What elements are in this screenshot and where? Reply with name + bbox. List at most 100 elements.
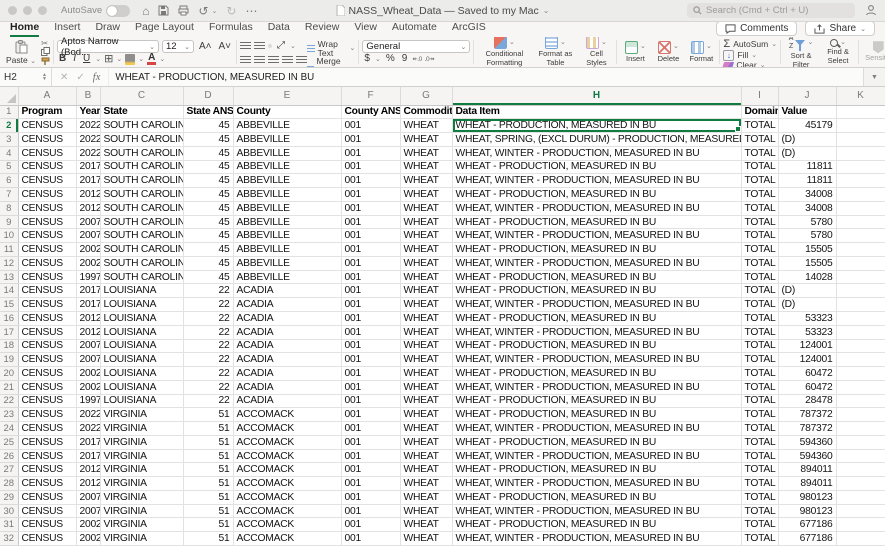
cell-B26[interactable]: 2017 [76,449,101,464]
cell-D9[interactable]: 45 [183,215,234,230]
cell-E30[interactable]: ACCOMACK [233,504,342,519]
cell-G11[interactable]: WHEAT [400,242,453,257]
cell-E16[interactable]: ACADIA [233,311,342,326]
cell-D24[interactable]: 51 [183,421,234,436]
cell-G21[interactable]: WHEAT [400,380,453,395]
row-header-18[interactable]: 18 [0,339,19,354]
cell-J13[interactable]: 14028 [778,270,837,285]
cell-J14[interactable]: (D) [778,283,837,299]
cell-C28[interactable]: VIRGINIA [100,476,184,491]
cell-F1[interactable]: County ANSI [341,105,401,120]
cell-G6[interactable]: WHEAT [400,173,453,189]
cell-G25[interactable]: WHEAT [400,435,453,450]
cell-E8[interactable]: ABBEVILLE [233,201,342,216]
cell-C12[interactable]: SOUTH CAROLINA [100,256,184,271]
cell-K14[interactable] [836,283,885,299]
cell-E5[interactable]: ABBEVILLE [233,160,342,175]
cell-J30[interactable]: 980123 [778,504,837,519]
row-header-29[interactable]: 29 [0,490,19,505]
cell-B8[interactable]: 2012 [76,201,101,216]
row-header-11[interactable]: 11 [0,242,19,257]
increase-indent-button[interactable] [296,56,308,64]
row-header-27[interactable]: 27 [0,462,19,478]
font-name-select[interactable]: Aptos Narrow (Bod... ⌄ [57,37,159,58]
cell-D3[interactable]: 45 [183,132,234,147]
cell-I1[interactable]: Domain [741,105,779,120]
tab-arcgis[interactable]: ArcGIS [452,21,486,37]
cell-styles-button[interactable]: ⌄ Cell Styles [579,37,613,67]
minimize-button[interactable] [23,6,32,15]
row-header-9[interactable]: 9 [0,215,19,230]
cell-F2[interactable]: 001 [341,118,401,134]
cell-J26[interactable]: 594360 [778,449,837,464]
tab-view[interactable]: View [354,21,377,37]
cell-E13[interactable]: ABBEVILLE [233,270,342,285]
cut-button[interactable]: ✂ [41,38,50,48]
cell-G2[interactable]: WHEAT [400,118,453,134]
row-header-14[interactable]: 14 [0,283,19,299]
increase-decimal-button[interactable]: ↞.0 [412,55,422,63]
cell-B11[interactable]: 2002 [76,242,101,257]
cell-B9[interactable]: 2007 [76,215,101,230]
cell-J1[interactable]: Value [778,105,837,120]
cell-G19[interactable]: WHEAT [400,352,453,368]
cell-J16[interactable]: 53323 [778,311,837,326]
cell-K29[interactable] [836,490,885,505]
cell-K26[interactable] [836,449,885,464]
cell-C6[interactable]: SOUTH CAROLINA [100,173,184,189]
cell-F13[interactable]: 001 [341,270,401,285]
number-format-select[interactable]: General ⌄ [362,40,471,53]
borders-chevron-icon[interactable]: ⌄ [116,55,122,63]
col-header-C[interactable]: C [100,87,184,106]
cell-A29[interactable]: CENSUS [18,490,77,505]
cell-B14[interactable]: 2017 [76,283,101,299]
cell-H27[interactable]: WHEAT - PRODUCTION, MEASURED IN BU [452,462,742,478]
undo-icon[interactable]: ↺ [198,5,208,17]
profile-icon[interactable] [865,4,877,16]
cell-E32[interactable]: ACCOMACK [233,531,342,546]
col-header-B[interactable]: B [76,87,101,106]
cell-F24[interactable]: 001 [341,421,401,436]
italic-button[interactable]: I [71,53,78,65]
cell-H30[interactable]: WHEAT, WINTER - PRODUCTION, MEASURED IN … [452,504,742,519]
cell-B19[interactable]: 2007 [76,352,101,368]
cell-E28[interactable]: ACCOMACK [233,476,342,491]
cell-C21[interactable]: LOUISIANA [100,380,184,395]
cell-I31[interactable]: TOTAL [741,517,779,533]
cell-A15[interactable]: CENSUS [18,297,77,312]
cell-C29[interactable]: VIRGINIA [100,490,184,505]
tab-review[interactable]: Review [305,21,339,37]
cell-D13[interactable]: 45 [183,270,234,285]
cell-A8[interactable]: CENSUS [18,201,77,216]
row-header-7[interactable]: 7 [0,187,19,202]
cell-E2[interactable]: ABBEVILLE [233,118,342,134]
sensitivity-button[interactable]: ⌄ Sensitivity [862,41,885,63]
cell-G16[interactable]: WHEAT [400,311,453,326]
cell-J25[interactable]: 594360 [778,435,837,450]
cell-G12[interactable]: WHEAT [400,256,453,271]
cell-D20[interactable]: 22 [183,366,234,381]
cell-K9[interactable] [836,215,885,230]
cell-D26[interactable]: 51 [183,449,234,464]
cell-D12[interactable]: 45 [183,256,234,271]
cell-G23[interactable]: WHEAT [400,407,453,423]
cell-H5[interactable]: WHEAT - PRODUCTION, MEASURED IN BU [452,160,742,175]
cell-J9[interactable]: 5780 [778,215,837,230]
cell-E17[interactable]: ACADIA [233,325,342,340]
cell-G32[interactable]: WHEAT [400,531,453,546]
select-all-button[interactable] [0,87,19,106]
decrease-indent-button[interactable] [282,56,294,64]
row-header-19[interactable]: 19 [0,352,19,368]
cell-D23[interactable]: 51 [183,407,234,423]
cell-J21[interactable]: 60472 [778,380,837,395]
cell-D25[interactable]: 51 [183,435,234,450]
col-header-D[interactable]: D [183,87,234,106]
cell-D32[interactable]: 51 [183,531,234,546]
cell-H31[interactable]: WHEAT - PRODUCTION, MEASURED IN BU [452,517,742,533]
cell-F19[interactable]: 001 [341,352,401,368]
cell-J6[interactable]: 11811 [778,173,837,189]
cell-D14[interactable]: 22 [183,283,234,299]
cell-D21[interactable]: 22 [183,380,234,395]
cell-C2[interactable]: SOUTH CAROLINA [100,118,184,134]
cell-B2[interactable]: 2022 [76,118,101,134]
